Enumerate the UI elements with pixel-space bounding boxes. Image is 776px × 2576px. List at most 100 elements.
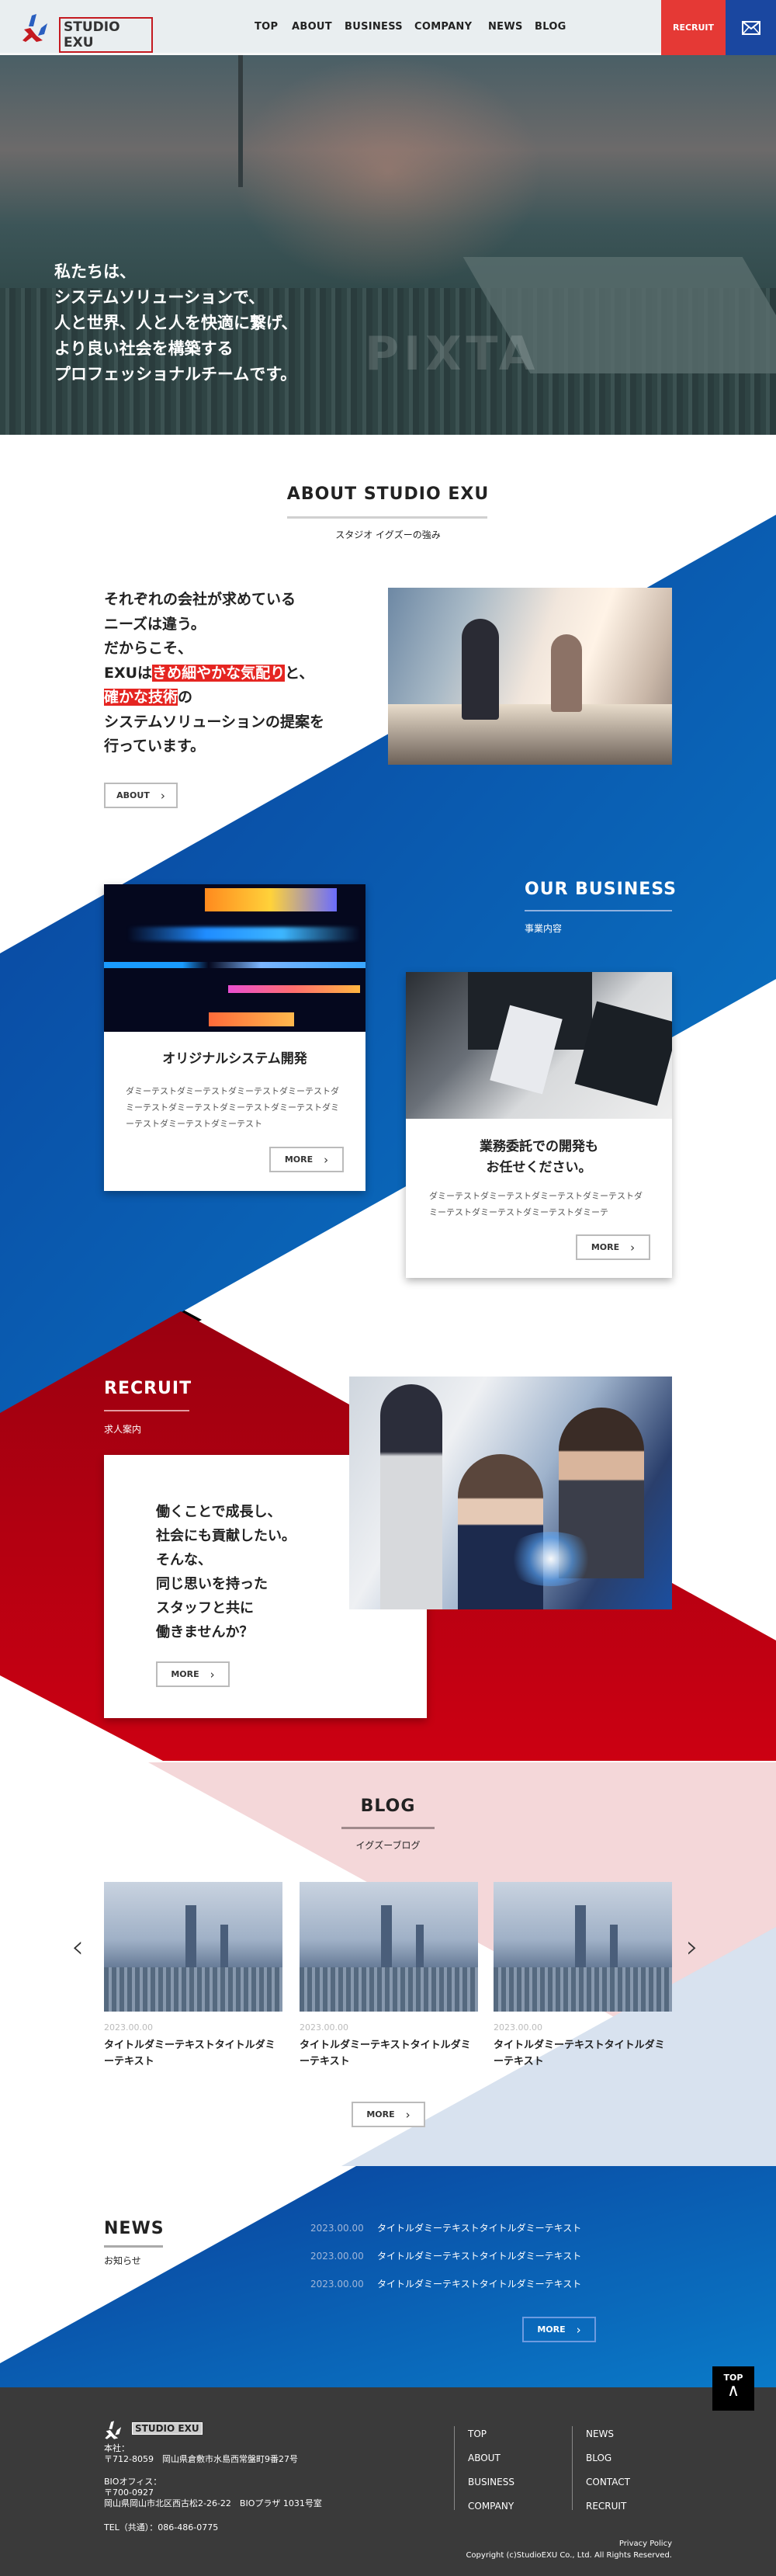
business-title-underline [525, 910, 672, 911]
carousel-next-button[interactable]: › [686, 1929, 698, 1965]
blog-post-card[interactable]: 2023.00.00 タイトルダミーテキストタイトルダミーテキスト [300, 1882, 478, 2070]
card-title-line: 業務委託での開発も [480, 1139, 598, 1154]
hq-label: 本社： [104, 2443, 130, 2453]
footer-link-business[interactable]: BUSINESS [468, 2477, 514, 2487]
divider [572, 2426, 573, 2510]
city-skyline-photo [300, 1882, 478, 2012]
button-label: MORE [284, 1154, 314, 1165]
site-footer: STUDIO EXU 本社： 〒712-8059 岡山県倉敷市水島西常盤町9番2… [0, 2387, 776, 2576]
button-label: MORE [366, 2109, 395, 2119]
blog-subtitle: イグズーブログ [355, 1840, 421, 1851]
hero-section: PIXTA 私たちは、 システムソリューションで、 人と世界、人と人を快適に繋げ… [0, 55, 776, 435]
footer-logo-text: STUDIO EXU [132, 2422, 203, 2435]
nav-business[interactable]: BUSINESS [345, 21, 403, 33]
footer-link-news[interactable]: NEWS [586, 2428, 614, 2439]
hero-line: 人と世界、人と人を快適に繋げ、 [54, 314, 298, 332]
hero-line: 私たちは、 [54, 262, 136, 281]
news-title-underline [104, 2245, 163, 2248]
chevron-right-icon: › [405, 2107, 411, 2122]
button-label: MORE [171, 1669, 199, 1679]
recruit-more-button[interactable]: MORE › [156, 1661, 230, 1687]
bio-address: 岡山県岡山市北区西古松2-26-22 BIOプラザ 1031号室 [104, 2498, 322, 2508]
nav-company[interactable]: COMPANY [414, 21, 472, 33]
about-subtitle: スタジオ イグズーの強み [335, 529, 441, 540]
news-date: 2023.00.00 [310, 2279, 364, 2290]
recruit-line: 社会にも貢献したい。 [156, 1528, 296, 1544]
button-label: ABOUT [116, 790, 150, 800]
hero-image-glow [233, 55, 543, 288]
about-title: ABOUT STUDIO EXU [286, 484, 490, 504]
chevron-right-icon: › [210, 1667, 215, 1682]
text: と、 [285, 664, 314, 682]
back-to-top-button[interactable]: TOP ∧ [712, 2366, 754, 2411]
hero-catchcopy: 私たちは、 システムソリューションで、 人と世界、人と人を快適に繋げ、 より良い… [54, 259, 298, 387]
logo-mark-icon [105, 2421, 122, 2439]
about-button[interactable]: ABOUT › [104, 783, 178, 808]
blog-more-button[interactable]: MORE › [352, 2102, 425, 2127]
footer-link-recruit[interactable]: RECRUIT [586, 2501, 626, 2512]
privacy-policy-link[interactable]: Privacy Policy [619, 2540, 672, 2548]
hero-line: システムソリューションで、 [54, 288, 265, 307]
news-date: 2023.00.00 [310, 2251, 364, 2262]
about-line: それぞれの会社が求めている [104, 591, 296, 608]
bio-zip: 〒700-0927 [104, 2487, 154, 2498]
recruit-team-photo [349, 1377, 672, 1609]
footer-link-contact[interactable]: CONTACT [586, 2477, 630, 2487]
carousel-prev-button[interactable]: ‹ [71, 1929, 84, 1965]
news-item[interactable]: 2023.00.00 タイトルダミーテキストタイトルダミーテキスト [310, 2249, 581, 2262]
post-title: タイトルダミーテキストタイトルダミーテキスト [104, 2040, 275, 2067]
post-title: タイトルダミーテキストタイトルダミーテキスト [494, 2040, 665, 2067]
about-lead-text: それぞれの会社が求めている ニーズは違う。 だからこそ、 EXUはきめ細やかな気… [104, 588, 324, 759]
recruit-button[interactable]: RECRUIT [661, 0, 726, 55]
about-title-underline [287, 516, 487, 519]
chevron-right-icon: › [630, 1240, 636, 1255]
nav-top[interactable]: TOP [255, 21, 278, 33]
nav-news[interactable]: NEWS [488, 21, 523, 33]
news-title-text: タイトルダミーテキストタイトルダミーテキスト [377, 2251, 582, 2262]
footer-link-company[interactable]: COMPANY [468, 2501, 514, 2512]
code-screen-photo [104, 884, 365, 1032]
nav-about[interactable]: ABOUT [292, 21, 332, 33]
recruit-line: 同じ思いを持った [156, 1576, 268, 1592]
nav-blog[interactable]: BLOG [535, 21, 566, 33]
business-more-button[interactable]: MORE › [269, 1147, 344, 1172]
post-date: 2023.00.00 [300, 2022, 348, 2033]
news-item[interactable]: 2023.00.00 タイトルダミーテキストタイトルダミーテキスト [310, 2221, 581, 2234]
logo[interactable]: STUDIO EXU [21, 11, 153, 53]
about-meeting-photo [388, 588, 672, 765]
watermark: PIXTA [365, 327, 540, 381]
about-line: ニーズは違う。 [104, 615, 206, 633]
blog-post-card[interactable]: 2023.00.00 タイトルダミーテキストタイトルダミーテキスト [494, 1882, 672, 2070]
news-more-button[interactable]: MORE › [522, 2317, 596, 2342]
news-title: NEWS [104, 2219, 165, 2238]
recruit-line: 働きませんか？ [156, 1624, 254, 1640]
laptops-photo [406, 972, 672, 1119]
news-item[interactable]: 2023.00.00 タイトルダミーテキストタイトルダミーテキスト [310, 2277, 581, 2290]
chevron-right-icon: › [576, 2322, 581, 2337]
blog-title: BLOG [360, 1797, 416, 1816]
business-card-system: オリジナルシステム開発 ダミーテストダミーテストダミーテストダミーテストダミーテ… [104, 884, 365, 1191]
city-skyline-photo [104, 1882, 282, 2012]
recruit-line: 働くことで成長し、 [156, 1504, 282, 1520]
news-subtitle: お知らせ [104, 2255, 141, 2266]
news-title-text: タイトルダミーテキストタイトルダミーテキスト [377, 2223, 582, 2234]
text: EXUは [104, 664, 153, 682]
news-date: 2023.00.00 [310, 2223, 364, 2234]
text: の [178, 689, 193, 706]
copyright: Copyright (c)StudioEXU Co., Ltd. All Rig… [466, 2551, 672, 2560]
hq-address: 〒712-8059 岡山県倉敷市水島西常盤町9番27号 [104, 2454, 298, 2464]
footer-link-top[interactable]: TOP [468, 2428, 487, 2439]
highlight-text: 確かな技術 [104, 689, 178, 706]
contact-mail-button[interactable] [726, 0, 776, 55]
business-more-button[interactable]: MORE › [576, 1234, 650, 1260]
footer-link-blog[interactable]: BLOG [586, 2453, 611, 2463]
card-body: ダミーテストダミーテストダミーテストダミーテストダミーテストダミーテストダミーテ… [126, 1086, 339, 1129]
footer-link-about[interactable]: ABOUT [468, 2453, 501, 2463]
chevron-right-icon: › [160, 788, 165, 803]
recruit-label: RECRUIT [672, 23, 715, 33]
recruit-title-underline [104, 1410, 189, 1411]
blog-post-card[interactable]: 2023.00.00 タイトルダミーテキストタイトルダミーテキスト [104, 1882, 282, 2070]
bio-label: BIOオフィス： [104, 2477, 162, 2487]
about-line: システムソリューションの提案を [104, 713, 325, 731]
divider [454, 2426, 455, 2510]
